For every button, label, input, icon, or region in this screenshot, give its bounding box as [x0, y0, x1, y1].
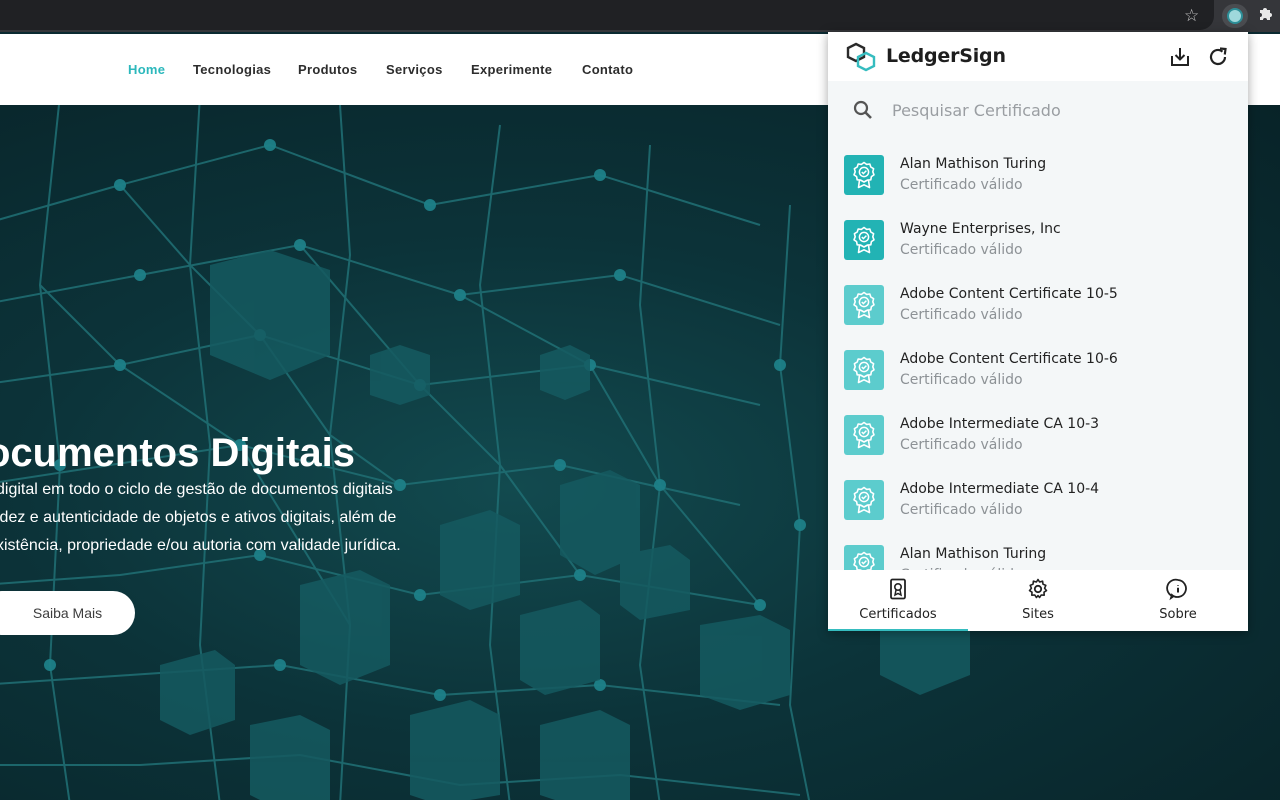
nav-servicos[interactable]: Serviços	[386, 62, 443, 77]
nav-produtos[interactable]: Produtos	[298, 62, 357, 77]
certificate-badge-icon	[844, 350, 884, 390]
gear-icon	[1028, 578, 1048, 599]
certificate-name: Adobe Intermediate CA 10-4	[900, 481, 1100, 497]
certificate-item[interactable]: Adobe Content Certificate 10-5 Certificad…	[828, 269, 1248, 334]
certificate-name: Adobe Content Certificate 10-6	[900, 351, 1118, 367]
certificate-icon	[890, 578, 906, 600]
search-icon	[853, 100, 872, 119]
bottom-navigation: Certificados Sites Sobre	[828, 570, 1248, 631]
ledgersign-logo-icon	[846, 42, 876, 72]
hero-title: ocumentos Digitais	[0, 431, 355, 475]
certificate-name: Wayne Enterprises, Inc	[900, 221, 1061, 237]
tab-sites-label: Sites	[1022, 607, 1054, 622]
brand-name: LedgerSign	[886, 45, 1006, 67]
certificate-status: Certificado válido	[900, 502, 1023, 518]
certificate-badge-icon	[844, 155, 884, 195]
popup-header: LedgerSign	[828, 32, 1248, 81]
star-icon[interactable]: ☆	[1184, 6, 1199, 26]
ledgersign-popup: LedgerSign Alan Mathison Turing Certifica…	[828, 32, 1248, 631]
search-bar	[828, 81, 1248, 139]
certificate-badge-icon	[844, 285, 884, 325]
certificate-list: Alan Mathison Turing Certificado válido Wa…	[828, 139, 1248, 570]
certificate-item[interactable]: Adobe Intermediate CA 10-3 Certificado vá…	[828, 399, 1248, 464]
certificate-item[interactable]: Wayne Enterprises, Inc Certificado válido	[828, 204, 1248, 269]
certificate-status: Certificado válido	[900, 372, 1023, 388]
hero-description-line-3: xistência, propriedade e/ou autoria com …	[0, 537, 401, 554]
certificate-status: Certificado válido	[900, 177, 1023, 193]
certificate-badge-icon	[844, 220, 884, 260]
info-icon	[1166, 578, 1187, 601]
browser-toolbar: ☆	[0, 0, 1280, 32]
download-icon[interactable]	[1168, 45, 1192, 69]
puzzle-icon[interactable]	[1257, 6, 1273, 28]
ledgersign-extension-icon	[1227, 8, 1243, 24]
tab-sobre-label: Sobre	[1159, 607, 1197, 622]
tab-sites[interactable]: Sites	[968, 570, 1108, 631]
ledgersign-extension-button[interactable]	[1222, 4, 1248, 28]
nav-experimente[interactable]: Experimente	[471, 62, 552, 77]
tab-certificados[interactable]: Certificados	[828, 570, 968, 631]
tab-sobre[interactable]: Sobre	[1108, 570, 1248, 631]
certificate-status: Certificado válido	[900, 242, 1023, 258]
nav-tecnologias[interactable]: Tecnologias	[193, 62, 271, 77]
refresh-icon[interactable]	[1206, 45, 1230, 69]
certificate-name: Alan Mathison Turing	[900, 546, 1047, 562]
tab-certificados-label: Certificados	[859, 607, 937, 622]
certificate-item[interactable]: Alan Mathison Turing Certificado válido	[828, 139, 1248, 204]
certificate-badge-icon	[844, 545, 884, 570]
active-tab-indicator	[828, 629, 968, 631]
search-certificate-input[interactable]	[892, 95, 1212, 125]
hero-description-line-2: idez e autenticidade de objetos e ativos…	[0, 509, 397, 526]
nav-contato[interactable]: Contato	[582, 62, 633, 77]
certificate-status: Certificado válido	[900, 307, 1023, 323]
certificate-name: Alan Mathison Turing	[900, 156, 1047, 172]
saiba-mais-button[interactable]: Saiba Mais	[0, 591, 135, 635]
certificate-badge-icon	[844, 480, 884, 520]
certificate-item[interactable]: Adobe Content Certificate 10-6 Certificad…	[828, 334, 1248, 399]
certificate-badge-icon	[844, 415, 884, 455]
certificate-status: Certificado válido	[900, 437, 1023, 453]
address-bar-area[interactable]	[0, 0, 1214, 30]
nav-home[interactable]: Home	[128, 62, 165, 77]
certificate-name: Adobe Intermediate CA 10-3	[900, 416, 1100, 432]
certificate-name: Adobe Content Certificate 10-5	[900, 286, 1118, 302]
certificate-item[interactable]: Adobe Intermediate CA 10-4 Certificado vá…	[828, 464, 1248, 529]
certificate-item[interactable]: Alan Mathison TuringCertificado válido	[828, 529, 1248, 570]
hero-description-line-1: digital em todo o ciclo de gestão de doc…	[0, 481, 393, 498]
